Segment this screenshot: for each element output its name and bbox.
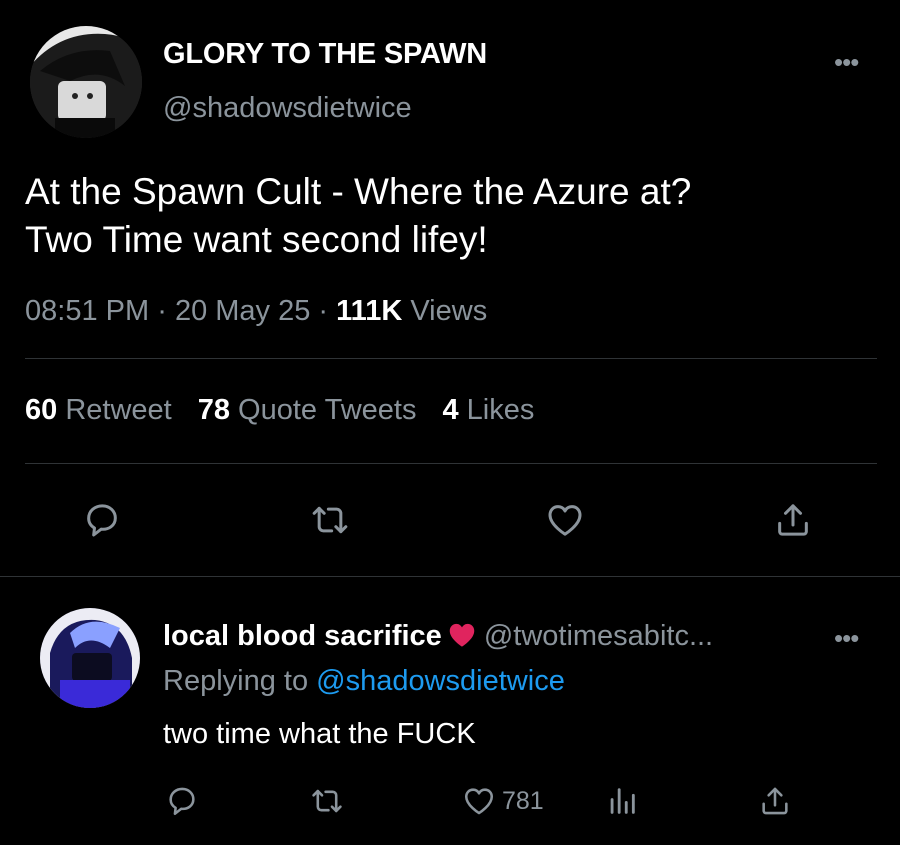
reply-button[interactable] [77, 495, 127, 545]
reply-text: two time what the FUCK [163, 718, 476, 750]
engagement-stats: 60 Retweet 78 Quote Tweets 4 Likes [25, 394, 534, 427]
replying-prefix: Replying to [163, 665, 309, 697]
reply-display-name[interactable]: local blood sacrifice [163, 620, 442, 652]
user-handle[interactable]: @shadowsdietwice [163, 92, 412, 125]
reply-header: local blood sacrifice @twotimesabitc... [163, 620, 713, 656]
share-icon [778, 504, 808, 536]
likes-count: 4 [442, 394, 459, 426]
views-count: 111K [336, 295, 403, 327]
retweet-button[interactable] [305, 495, 355, 545]
reply-tweet: local blood sacrifice @twotimesabitc... •… [0, 578, 900, 845]
reply-share-button[interactable] [758, 776, 792, 826]
retweet-icon [312, 506, 348, 534]
quotes-label: Quote Tweets [238, 394, 417, 426]
main-tweet: GLORY TO THE SPAWN @shadowsdietwice ••• … [0, 0, 900, 578]
like-icon [464, 788, 494, 815]
meta-separator: · [318, 295, 329, 327]
reply-like-count: 781 [502, 786, 544, 815]
like-button[interactable] [540, 495, 590, 545]
tweet-time[interactable]: 08:51 PM [25, 295, 149, 327]
share-icon [762, 787, 788, 815]
reply-user-handle[interactable]: @twotimesabitc... [484, 620, 713, 652]
meta-separator: · [157, 295, 167, 327]
views-label: Views [410, 295, 488, 327]
retweet-icon [312, 789, 342, 813]
divider [25, 358, 877, 359]
retweets-stat[interactable]: 60 Retweet [25, 394, 172, 426]
reply-like-button[interactable]: 781 [462, 776, 544, 826]
reply-icon [169, 787, 195, 816]
quotes-stat[interactable]: 78 Quote Tweets [198, 394, 417, 426]
divider [0, 576, 900, 577]
likes-stat[interactable]: 4 Likes [442, 394, 534, 426]
like-icon [548, 505, 582, 536]
retweets-count: 60 [25, 394, 58, 426]
replying-handle-link[interactable]: @shadowsdietwice [316, 665, 565, 697]
tweet-text-line: Two Time want second lifey! [25, 219, 488, 260]
more-horizontal-icon[interactable]: ••• [834, 625, 859, 651]
divider [25, 463, 877, 464]
more-horizontal-icon[interactable]: ••• [834, 49, 859, 75]
reply-retweet-button[interactable] [310, 776, 344, 826]
display-name[interactable]: GLORY TO THE SPAWN [163, 38, 487, 71]
tweet-date[interactable]: 20 May 25 [175, 295, 310, 327]
analytics-icon [610, 788, 635, 814]
reply-icon [87, 504, 117, 537]
reply-analytics-button[interactable] [605, 776, 639, 826]
likes-label: Likes [466, 394, 535, 426]
red-heart-icon [448, 622, 476, 656]
tweet-text: At the Spawn Cult - Where the Azure at? … [25, 168, 875, 264]
replying-to: Replying to @shadowsdietwice [163, 665, 565, 698]
quotes-count: 78 [197, 394, 230, 426]
share-button[interactable] [768, 495, 818, 545]
reply-reply-button[interactable] [165, 776, 199, 826]
retweets-label: Retweet [65, 394, 172, 426]
avatar[interactable] [30, 26, 142, 138]
tweet-meta: 08:51 PM · 20 May 25 · 111K Views [25, 295, 487, 328]
avatar[interactable] [40, 608, 140, 708]
tweet-text-line: At the Spawn Cult - Where the Azure at? [25, 171, 692, 212]
